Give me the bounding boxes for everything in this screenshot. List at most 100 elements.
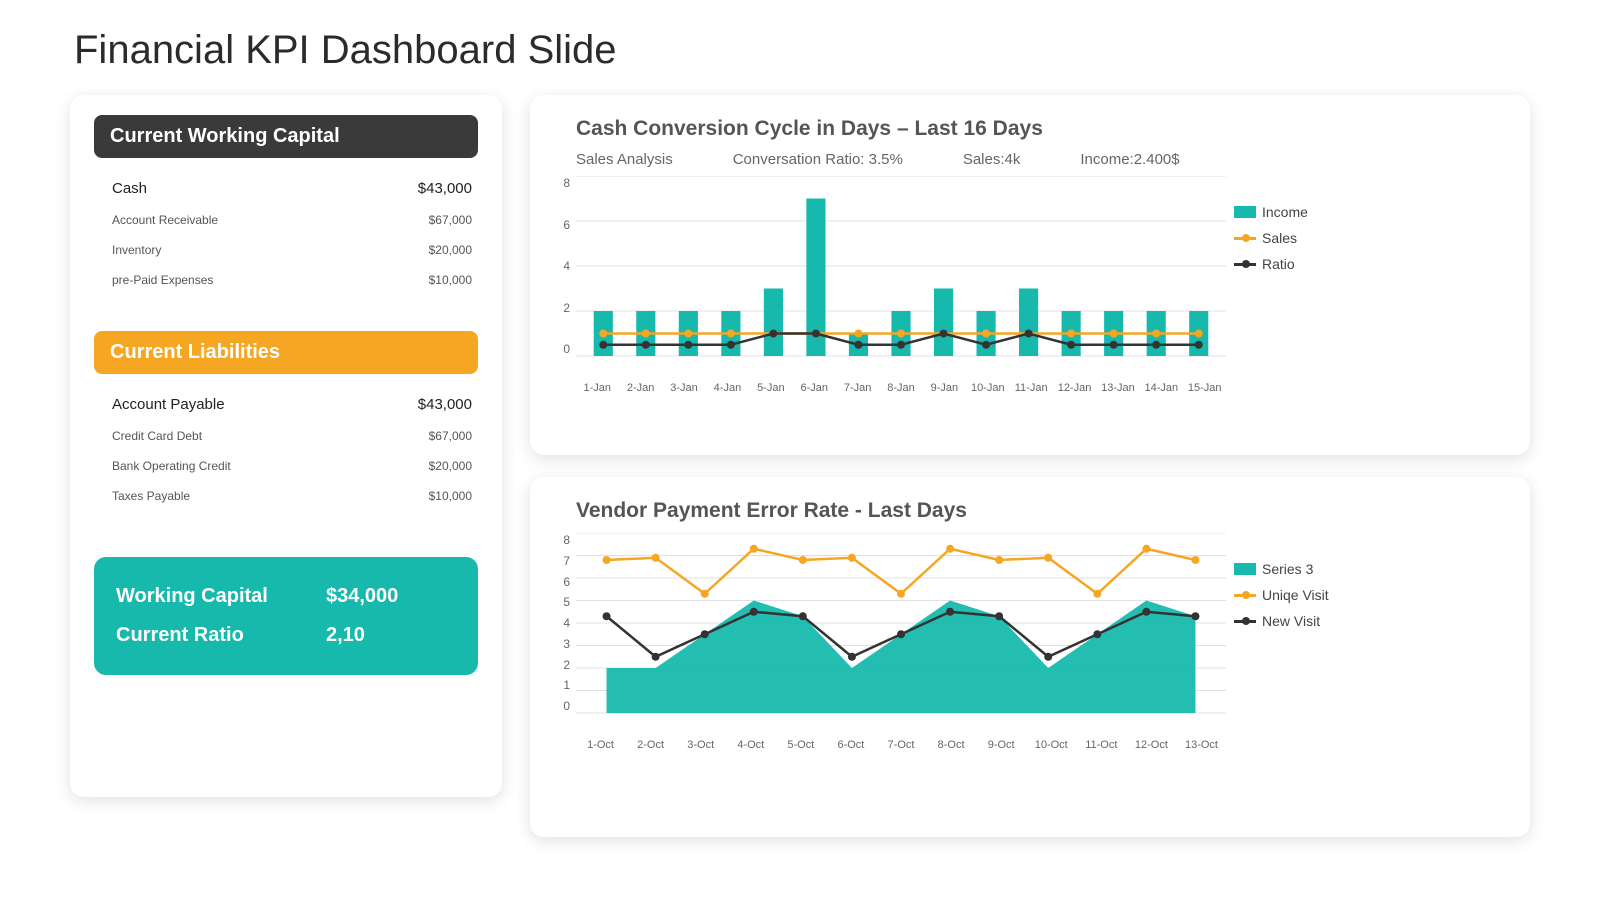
row-value: $20,000: [429, 243, 472, 257]
row-label: Inventory: [112, 243, 161, 257]
x-tick-label: 1-Oct: [576, 739, 625, 751]
x-tick-label: 12-Jan: [1053, 382, 1096, 394]
chart1-title: Cash Conversion Cycle in Days – Last 16 …: [576, 117, 1506, 141]
x-tick-label: 7-Jan: [836, 382, 879, 394]
y-tick-label: 0: [548, 342, 570, 356]
x-tick-label: 6-Jan: [793, 382, 836, 394]
table-row: Account Receivable$67,000: [112, 205, 472, 235]
row-label: Bank Operating Credit: [112, 459, 231, 473]
vendor-error-chart-card: Vendor Payment Error Rate - Last Days 87…: [530, 477, 1530, 837]
x-tick-label: 13-Oct: [1177, 739, 1226, 751]
page-title: Financial KPI Dashboard Slide: [74, 28, 1530, 73]
row-value: $67,000: [429, 213, 472, 227]
y-tick-label: 3: [548, 637, 570, 651]
x-tick-label: 11-Oct: [1077, 739, 1126, 751]
row-value: $10,000: [429, 489, 472, 503]
x-tick-label: 8-Oct: [927, 739, 976, 751]
liabilities-table: Account Payable $43,000 Credit Card Debt $6…: [112, 388, 472, 511]
legend-label: Income: [1262, 204, 1308, 220]
y-tick-label: 1: [548, 678, 570, 692]
y-tick-label: 8: [548, 176, 570, 190]
summary-box: Working Capital$34,000Current Ratio2,10: [94, 557, 478, 675]
summary-row: Current Ratio2,10: [116, 616, 456, 655]
row-value: $43,000: [418, 396, 472, 413]
x-tick-label: 8-Jan: [880, 382, 923, 394]
y-tick-label: 6: [548, 575, 570, 589]
row-label: Account Payable: [112, 396, 225, 413]
table-row: Cash $43,000: [112, 172, 472, 205]
row-value: $67,000: [429, 429, 472, 443]
legend-swatch-bar: [1234, 563, 1256, 575]
cash-conversion-chart-card: Cash Conversion Cycle in Days – Last 16 …: [530, 95, 1530, 455]
row-value: $10,000: [429, 273, 472, 287]
table-row: Credit Card Debt $67,000: [112, 421, 472, 451]
chart2-plot: 876543210 1-Oct2-Oct3-Oct4-Oct5-Oct6-Oct…: [576, 533, 1226, 733]
table-row: pre-Paid Expenses$10,000: [112, 265, 472, 295]
table-row: Account Payable $43,000: [112, 388, 472, 421]
chart1-subtitle-item: Conversation Ratio: 3.5%: [733, 151, 903, 168]
legend-swatch-line: [1234, 237, 1256, 240]
summary-label: Current Ratio: [116, 624, 326, 647]
legend-item: New Visit: [1234, 613, 1329, 629]
row-label: Taxes Payable: [112, 489, 190, 503]
x-tick-label: 11-Jan: [1010, 382, 1053, 394]
x-tick-label: 3-Jan: [663, 382, 706, 394]
x-tick-label: 9-Oct: [977, 739, 1026, 751]
row-label: Cash: [112, 180, 147, 197]
table-row: Bank Operating Credit$20,000: [112, 451, 472, 481]
x-tick-label: 12-Oct: [1127, 739, 1176, 751]
x-tick-label: 10-Jan: [967, 382, 1010, 394]
legend-swatch-line: [1234, 263, 1256, 266]
chart1-subtitle-item: Sales Analysis: [576, 151, 673, 168]
table-row: Inventory $20,000: [112, 235, 472, 265]
x-tick-label: 3-Oct: [676, 739, 725, 751]
legend-item: Uniqe Visit: [1234, 587, 1329, 603]
chart1-subtitle-row: Sales AnalysisConversation Ratio: 3.5%Sa…: [576, 151, 1506, 168]
y-tick-label: 2: [548, 658, 570, 672]
x-tick-label: 13-Jan: [1097, 382, 1140, 394]
legend-label: Uniqe Visit: [1262, 587, 1329, 603]
legend-label: Series 3: [1262, 561, 1313, 577]
row-label: Credit Card Debt: [112, 429, 202, 443]
chart2-legend: Series 3 Uniqe Visit New Visit: [1234, 561, 1329, 733]
chart2-title: Vendor Payment Error Rate - Last Days: [576, 499, 1506, 523]
summary-label: Working Capital: [116, 585, 326, 608]
liabilities-heading: Current Liabilities: [94, 331, 478, 374]
chart1-legend: Income Sales Ratio: [1234, 204, 1308, 376]
legend-label: Ratio: [1262, 256, 1295, 272]
y-tick-label: 0: [548, 699, 570, 713]
x-tick-label: 4-Jan: [706, 382, 749, 394]
legend-swatch-line: [1234, 594, 1256, 597]
legend-item: Series 3: [1234, 561, 1329, 577]
x-tick-label: 5-Oct: [776, 739, 825, 751]
legend-label: Sales: [1262, 230, 1297, 246]
summary-value: 2,10: [326, 624, 365, 647]
chart1-plot: 86420 1-Jan2-Jan3-Jan4-Jan5-Jan6-Jan7-Ja…: [576, 176, 1226, 376]
chart1-subtitle-item: Income:2.400$: [1080, 151, 1179, 168]
x-tick-label: 14-Jan: [1140, 382, 1183, 394]
legend-swatch-line: [1234, 620, 1256, 623]
x-tick-label: 1-Jan: [576, 382, 619, 394]
x-tick-label: 7-Oct: [876, 739, 925, 751]
x-tick-label: 15-Jan: [1183, 382, 1226, 394]
x-tick-label: 4-Oct: [726, 739, 775, 751]
legend-label: New Visit: [1262, 613, 1320, 629]
y-tick-label: 5: [548, 595, 570, 609]
x-tick-label: 5-Jan: [750, 382, 793, 394]
y-tick-label: 6: [548, 218, 570, 232]
summary-value: $34,000: [326, 585, 398, 608]
capital-heading: Current Working Capital: [94, 115, 478, 158]
legend-item: Income: [1234, 204, 1308, 220]
table-row: Taxes Payable $10,000: [112, 481, 472, 511]
y-tick-label: 4: [548, 616, 570, 630]
row-value: $43,000: [418, 180, 472, 197]
x-tick-label: 2-Jan: [619, 382, 662, 394]
x-tick-label: 6-Oct: [826, 739, 875, 751]
capital-table: Cash$43,000Account Receivable$67,000Inve…: [112, 172, 472, 295]
x-tick-label: 2-Oct: [626, 739, 675, 751]
y-tick-label: 2: [548, 301, 570, 315]
working-capital-card: Current Working Capital Cash$43,000Accou…: [70, 95, 502, 797]
y-tick-label: 7: [548, 554, 570, 568]
legend-item: Sales: [1234, 230, 1308, 246]
x-tick-label: 9-Jan: [923, 382, 966, 394]
